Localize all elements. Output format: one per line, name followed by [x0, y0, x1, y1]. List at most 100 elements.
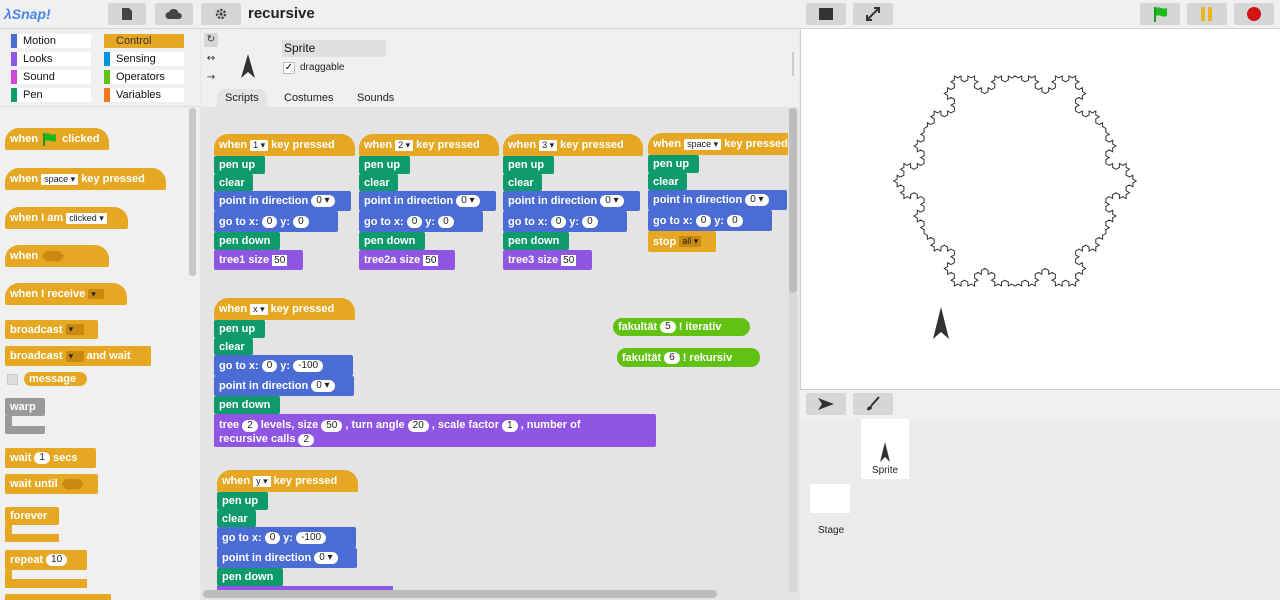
key-dropdown[interactable]: 3 ▾ — [539, 139, 558, 151]
size-input[interactable]: 50 — [321, 420, 343, 432]
point-in-direction-block[interactable]: point in direction 0 ▾ — [359, 191, 496, 211]
fakultaet-rekursiv-reporter[interactable]: fakultät 6! rekursiv — [617, 348, 760, 367]
key-dropdown[interactable]: y ▾ — [253, 475, 271, 487]
category-sensing[interactable]: Sensing — [104, 52, 184, 66]
point-in-direction-block[interactable]: point in direction 0 ▾ — [217, 548, 357, 568]
point-in-direction-block[interactable]: point in direction 0 ▾ — [648, 190, 787, 210]
scripts-h-scrollbar[interactable] — [203, 590, 717, 598]
direction-input[interactable]: 0 ▾ — [745, 194, 769, 206]
pen-up-block[interactable]: pen up — [503, 156, 554, 174]
number-input[interactable]: 6 — [664, 351, 680, 364]
y-input[interactable]: -100 — [296, 531, 327, 544]
point-in-direction-block[interactable]: point in direction 0 ▾ — [503, 191, 640, 211]
levels-input[interactable]: 2 — [242, 420, 258, 432]
fakultaet-iterativ-reporter[interactable]: fakultät 5! iterativ — [613, 318, 750, 336]
pause-button[interactable] — [1187, 3, 1227, 25]
point-in-direction-block[interactable]: point in direction 0 ▾ — [214, 191, 351, 211]
size-input[interactable]: 50 — [272, 254, 288, 266]
script1-hat-block[interactable]: when 1 ▾ key pressed — [214, 134, 355, 156]
tab-scripts[interactable]: Scripts — [217, 89, 267, 107]
repeat-count-input[interactable]: 10 — [46, 554, 68, 566]
size-input[interactable]: 50 — [561, 254, 577, 266]
palette-scrollbar[interactable] — [189, 108, 196, 276]
next-palette-block[interactable] — [5, 594, 111, 600]
number-input[interactable]: 5 — [660, 321, 676, 333]
pen-up-block[interactable]: pen up — [214, 320, 265, 338]
when-flag-clicked-block[interactable]: when clicked — [5, 128, 109, 150]
clear-block[interactable]: clear — [648, 173, 687, 190]
go-to-xy-block[interactable]: go to x: 0 y: 0 — [503, 211, 627, 232]
when-i-am-block[interactable]: when I am clicked ▾ — [5, 207, 128, 229]
rotate-any-icon[interactable]: ↻ — [204, 33, 218, 47]
no-rotate-icon[interactable]: → — [204, 71, 218, 85]
go-to-xy-block[interactable]: go to x: 0 y: -100 — [214, 355, 353, 376]
y-input[interactable]: -100 — [293, 359, 324, 372]
y-input[interactable]: 0 — [582, 215, 598, 228]
snap-logo[interactable]: λSnap! — [4, 3, 54, 25]
message-checkbox[interactable] — [7, 374, 18, 385]
broadcast-block[interactable]: broadcast ▾ — [5, 320, 98, 339]
category-pen[interactable]: Pen — [11, 88, 91, 102]
repeat-block[interactable]: repeat 10 — [5, 550, 87, 570]
wait-until-block[interactable]: wait until — [5, 474, 98, 494]
direction-input[interactable]: 0 ▾ — [311, 380, 335, 392]
when-condition-block[interactable]: when — [5, 245, 109, 267]
broadcast-and-wait-block[interactable]: broadcast ▾ and wait — [5, 346, 151, 366]
pen-up-block[interactable]: pen up — [359, 156, 410, 174]
script3-hat-block[interactable]: when 3 ▾ key pressed — [503, 134, 643, 156]
recursive-calls-input[interactable]: 2 — [298, 434, 315, 446]
event-dropdown[interactable]: clicked ▾ — [66, 212, 107, 224]
wait-secs-block[interactable]: wait 1 secs — [5, 448, 96, 468]
scale-factor-input[interactable]: 1 — [502, 420, 518, 432]
presentation-mode-button[interactable] — [853, 3, 893, 25]
tree-levels-block[interactable]: tree 2 levels, size 50, turn angle 20, scale… — [214, 414, 656, 447]
stage[interactable] — [800, 29, 1280, 389]
key-dropdown[interactable]: 2 ▾ — [395, 139, 414, 151]
category-motion[interactable]: Motion — [11, 34, 91, 48]
clear-block[interactable]: clear — [214, 174, 253, 191]
size-input[interactable]: 50 — [423, 254, 439, 266]
x-input[interactable]: 0 — [550, 215, 567, 228]
pen-down-block[interactable]: pen down — [217, 568, 283, 586]
pen-down-block[interactable]: pen down — [214, 232, 280, 250]
script6-hat-block[interactable]: when y ▾ key pressed — [217, 470, 358, 492]
script4-hat-block[interactable]: when space ▾ key pressed — [648, 133, 788, 155]
direction-input[interactable]: 0 ▾ — [311, 195, 335, 207]
settings-button[interactable] — [201, 3, 241, 25]
pen-up-block[interactable]: pen up — [217, 492, 268, 510]
stage-size-button[interactable] — [806, 3, 846, 25]
secs-input[interactable]: 1 — [34, 452, 50, 464]
pen-up-block[interactable]: pen up — [648, 155, 699, 173]
forever-block[interactable]: forever — [5, 507, 59, 525]
pen-up-block[interactable]: pen up — [214, 156, 265, 174]
pen-down-block[interactable]: pen down — [503, 232, 569, 250]
go-to-xy-block[interactable]: go to x: 0 y: -100 — [217, 527, 356, 548]
condition-slot[interactable] — [61, 478, 84, 490]
script2-hat-block[interactable]: when 2 ▾ key pressed — [359, 134, 499, 156]
stop-dropdown[interactable]: all ▾ — [679, 236, 702, 247]
y-input[interactable]: 0 — [727, 214, 743, 227]
sprite-thumbnail[interactable]: Sprite — [861, 419, 909, 479]
x-input[interactable]: 0 — [264, 531, 281, 544]
go-to-xy-block[interactable]: go to x: 0 y: 0 — [648, 210, 772, 231]
tree-custom-block[interactable]: tree3 size 50 — [503, 250, 592, 270]
direction-input[interactable]: 0 ▾ — [314, 552, 338, 564]
go-to-xy-block[interactable]: go to x: 0 y: 0 — [359, 211, 483, 232]
add-turtle-sprite-button[interactable] — [806, 393, 846, 415]
paint-new-sprite-button[interactable] — [853, 393, 893, 415]
y-input[interactable]: 0 — [438, 215, 454, 228]
when-i-receive-block[interactable]: when I receive ▾ — [5, 283, 127, 305]
condition-slot[interactable] — [42, 250, 65, 262]
tree-custom-block[interactable]: tree1 size 50 — [214, 250, 303, 270]
warp-block[interactable]: warp — [5, 398, 45, 416]
flip-lr-icon[interactable]: ↔ — [204, 52, 218, 66]
tree-custom-block[interactable]: tree2a size 50 — [359, 250, 455, 270]
key-dropdown[interactable]: space ▾ — [684, 138, 722, 150]
script5-hat-block[interactable]: when x ▾ key pressed — [214, 298, 355, 320]
pen-down-block[interactable]: pen down — [214, 396, 280, 414]
point-in-direction-block[interactable]: point in direction 0 ▾ — [214, 376, 354, 396]
direction-input[interactable]: 0 ▾ — [456, 195, 480, 207]
tab-costumes[interactable]: Costumes — [276, 89, 342, 107]
clear-block[interactable]: clear — [217, 510, 256, 527]
file-menu-button[interactable] — [108, 3, 146, 25]
